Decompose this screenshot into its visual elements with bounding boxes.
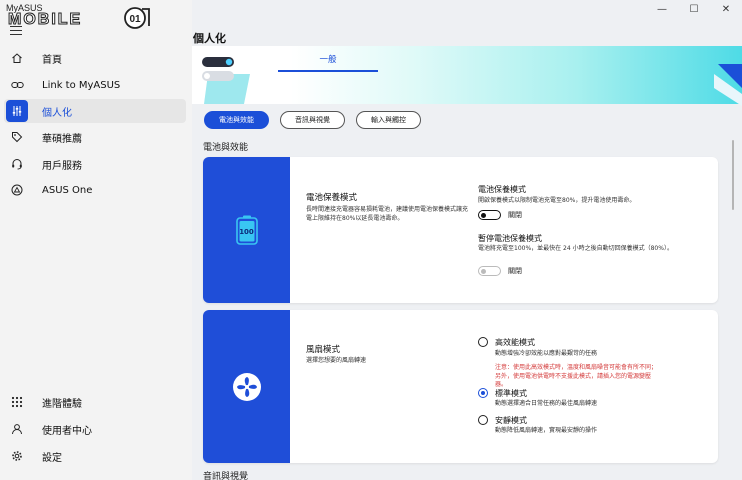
fan-mode-quiet-description: 動態降低風扇轉速，實現最安靜的操作: [495, 427, 598, 434]
sidebar-item-label: Link to MyASUS: [42, 79, 121, 91]
minimize-button[interactable]: —: [646, 0, 678, 18]
fan-panel: [203, 310, 290, 463]
fan-mode-quiet-radio[interactable]: [478, 415, 488, 425]
battery-care-option-description: 開啟保養模式以限制電池充電至80%，提升電池使用壽命。: [478, 197, 636, 204]
pause-battery-care-option-title: 暫停電池保養模式: [478, 234, 542, 243]
battery-care-toggle[interactable]: [478, 210, 501, 220]
sidebar-item-user-center[interactable]: 使用者中心: [4, 417, 186, 441]
fan-icon: [232, 372, 261, 401]
headset-icon: [6, 153, 28, 175]
battery-level-label: 100: [239, 228, 254, 236]
close-button[interactable]: ✕: [710, 0, 742, 18]
sidebar-item-label: 設定: [42, 452, 62, 464]
decorative-shape-icon: [714, 64, 742, 106]
link-icon: [6, 74, 28, 96]
asus-one-icon: [6, 179, 28, 201]
fan-mode-performance-description: 動態增強冷卻效能以應對最艱苛的任務: [495, 350, 598, 357]
svg-text:01: 01: [129, 14, 141, 25]
sidebar-item-customer-service[interactable]: 用戶服務: [4, 152, 186, 176]
tab-underline: [278, 70, 378, 72]
sidebar-item-label: 用戶服務: [42, 160, 82, 172]
section-label-audio-visual: 音訊與視覺: [203, 472, 249, 480]
fan-mode-performance-title: 高效能模式: [495, 338, 535, 347]
fan-mode-card: 風扇模式 選擇您想要的風扇轉速 高效能模式 動態增強冷卻效能以應對最艱苛的任務 …: [203, 310, 718, 463]
fan-card-description: 選擇您想要的風扇轉速: [306, 357, 367, 364]
sidebar-item-advanced-experience[interactable]: 進階體驗: [4, 390, 186, 414]
battery-care-card: 100 電池保養模式 長時間連接充電器容易損耗電池，建議使用電池保養模式讓充電上…: [203, 157, 718, 303]
home-icon: [6, 47, 28, 69]
tag-icon: [6, 126, 28, 148]
battery-card-description: 長時間連接充電器容易損耗電池，建議使用電池保養模式讓充電上限維持在80%以延長電…: [306, 206, 469, 222]
chip-audio-visual[interactable]: 音訊與視覺: [280, 111, 345, 129]
fan-mode-standard-description: 動態選擇適合日常任務的最佳風扇轉速: [495, 400, 598, 407]
gear-icon: [6, 445, 28, 467]
battery-panel: 100: [203, 157, 290, 303]
battery-care-toggle-label: 關閉: [508, 211, 522, 219]
fan-mode-standard-radio[interactable]: [478, 388, 488, 398]
sidebar-item-home[interactable]: 首頁: [4, 46, 186, 70]
app-logo: MyASUS MOBILE 01: [4, 2, 184, 32]
main-content: 個人化 一般 電池與效能 音訊與視覺 輸入與觸控 電池與效能 100 電池保養模…: [192, 0, 742, 480]
window-controls: — ☐ ✕: [646, 0, 742, 18]
user-icon: [6, 418, 28, 440]
sidebar-item-asus-one[interactable]: ASUS One: [4, 178, 186, 202]
chip-battery-performance[interactable]: 電池與效能: [204, 111, 269, 129]
sliders-icon: [6, 100, 28, 122]
toggle-illustration-icon: [196, 56, 252, 104]
pause-battery-care-toggle[interactable]: [478, 266, 501, 276]
sidebar-item-label: 使用者中心: [42, 425, 92, 437]
fan-mode-standard-title: 標準模式: [495, 389, 527, 398]
sidebar-item-link-to-myasus[interactable]: Link to MyASUS: [4, 73, 186, 97]
sidebar-item-label: 個人化: [42, 107, 72, 119]
tab-general[interactable]: 一般: [278, 53, 378, 65]
fan-mode-quiet-title: 安靜模式: [495, 416, 527, 425]
grid-icon: [6, 391, 28, 413]
sidebar-item-label: ASUS One: [42, 184, 93, 196]
maximize-button[interactable]: ☐: [678, 0, 710, 18]
fan-mode-performance-radio[interactable]: [478, 337, 488, 347]
menu-hamburger-icon[interactable]: [10, 26, 22, 36]
logo-badge-icon: 01: [124, 7, 150, 29]
fan-card-title: 風扇模式: [306, 345, 341, 355]
sidebar: MyASUS MOBILE 01 首頁 Link to MyASUS 個人化 華…: [0, 0, 192, 480]
scrollbar[interactable]: [732, 140, 734, 210]
section-label-battery: 電池與效能: [203, 143, 249, 153]
pause-battery-care-option-description: 電池將充電至100%，並最快在 24 小時之後自動切回保養模式（80%）。: [478, 245, 673, 252]
sidebar-item-label: 首頁: [42, 54, 62, 66]
battery-care-option-title: 電池保養模式: [478, 185, 526, 194]
category-chips: 電池與效能 音訊與視覺 輸入與觸控: [204, 111, 421, 129]
fan-mode-performance-warning: 注意：使用此高效模式時，溫度和風扇噪音可能會有所不同；另外，使用電池供電時不支援…: [495, 364, 658, 388]
battery-card-title: 電池保養模式: [306, 193, 358, 203]
chip-input-touch[interactable]: 輸入與觸控: [356, 111, 421, 129]
sidebar-item-label: 進階體驗: [42, 398, 82, 410]
sidebar-item-recommendations[interactable]: 華碩推薦: [4, 125, 186, 149]
sidebar-item-settings[interactable]: 設定: [4, 444, 186, 468]
pause-battery-care-toggle-label: 關閉: [508, 267, 522, 275]
hero-banner: 一般: [192, 46, 742, 106]
sidebar-item-personalization[interactable]: 個人化: [4, 99, 186, 123]
sidebar-item-label: 華碩推薦: [42, 133, 82, 145]
page-title: 個人化: [193, 32, 226, 45]
